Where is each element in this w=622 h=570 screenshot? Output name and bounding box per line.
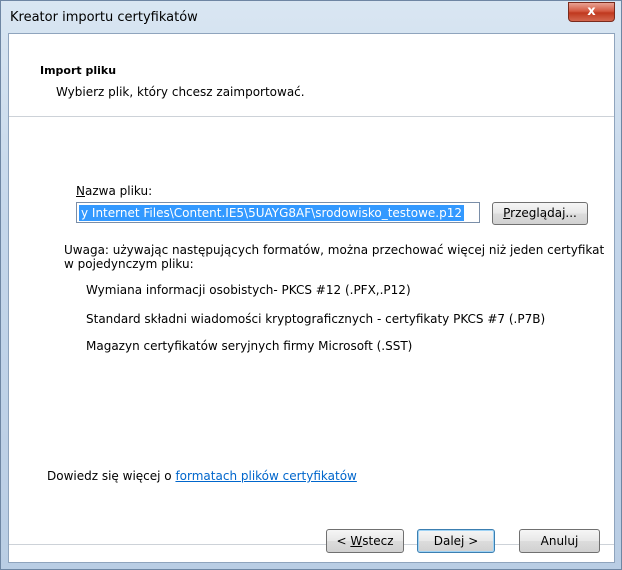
header-divider (9, 116, 614, 117)
page-subtitle: Wybierz plik, który chcesz zaimportować. (56, 85, 305, 99)
formats-note: Uwaga: używając następujących formatów, … (64, 243, 605, 271)
format-sst: Magazyn certyfikatów seryjnych firmy Mic… (86, 339, 413, 353)
page-title: Import pliku (40, 64, 117, 77)
window-title: Kreator importu certyfikatów (10, 10, 198, 25)
close-icon: x (587, 4, 596, 19)
format-pkcs12: Wymiana informacji osobistych- PKCS #12 … (86, 283, 411, 297)
file-name-label: Nazwa pliku: (76, 184, 153, 198)
file-name-value: y Internet Files\Content.IE5\5UAYG8AF\sr… (79, 205, 464, 221)
format-pkcs7: Standard składni wiadomości kryptografic… (86, 312, 546, 326)
close-button[interactable]: x (568, 2, 615, 22)
title-bar[interactable]: Kreator importu certyfikatów x (1, 1, 621, 33)
cancel-button[interactable]: Anuluj (519, 529, 600, 553)
browse-button[interactable]: Przeglądaj... (492, 202, 588, 225)
back-button[interactable]: < Wstecz (326, 529, 404, 553)
wizard-page: Import pliku Wybierz plik, który chcesz … (8, 33, 615, 563)
learn-more: Dowiedz się więcej o formatach plików ce… (47, 469, 357, 483)
file-name-input[interactable]: y Internet Files\Content.IE5\5UAYG8AF\sr… (76, 202, 480, 223)
wizard-window: Kreator importu certyfikatów x Import pl… (0, 0, 622, 570)
certificate-formats-link[interactable]: formatach plików certyfikatów (175, 469, 356, 483)
learn-more-prefix: Dowiedz się więcej o (47, 469, 176, 483)
next-button[interactable]: Dalej > (417, 529, 495, 553)
